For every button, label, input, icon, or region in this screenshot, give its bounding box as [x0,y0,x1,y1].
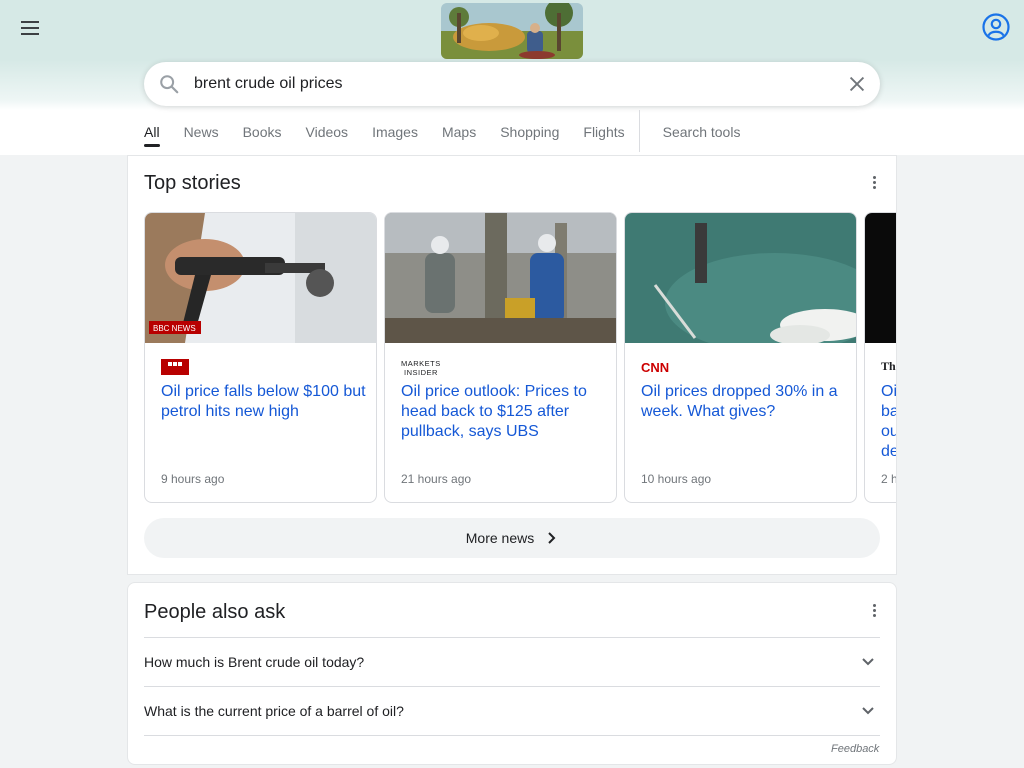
source-logo-cnn: CNN [641,359,669,377]
search-tools-button[interactable]: Search tools [663,110,741,154]
feedback-link[interactable]: Feedback [831,743,879,755]
search-tabs: All News Books Videos Images Maps Shoppi… [144,110,764,154]
account-icon[interactable] [981,12,1011,42]
question-text: How much is Brent crude oil today? [144,654,365,670]
story-headline[interactable]: Oi ba ou de [881,382,896,462]
more-news-label: More news [465,530,535,546]
search-icon[interactable] [158,73,180,95]
tab-divider [638,110,640,152]
header: All News Books Videos Images Maps Shoppi… [0,0,1024,155]
story-thumbnail [385,213,616,343]
story-headline[interactable]: Oil prices dropped 30% in a week. What g… [641,382,846,422]
bbc-logo-icon [161,359,189,375]
question-item[interactable]: What is the current price of a barrel of… [144,686,880,735]
markets-insider-logo-icon: MARKETS INSIDER [401,359,441,377]
story-card[interactable]: MARKETS INSIDER Oil price outlook: Price… [384,212,617,503]
people-also-ask-card: People also ask How much is Brent crude … [127,582,897,765]
tab-books[interactable]: Books [243,110,282,154]
clear-icon[interactable] [846,73,868,95]
story-card[interactable]: The Oi ba ou de 2 h [864,212,897,503]
svg-text:BBC NEWS: BBC NEWS [153,324,196,333]
stories-carousel: BBC NEWS Oil price falls below $100 but … [144,212,897,503]
story-thumbnail: BBC NEWS [145,213,376,343]
story-time: 21 hours ago [401,472,472,486]
story-thumbnail [865,213,896,343]
story-card[interactable]: CNN Oil prices dropped 30% in a week. Wh… [624,212,857,503]
top-stories-title: Top stories [144,172,241,194]
divider [144,735,880,736]
doodle-logo[interactable] [441,3,583,59]
more-news-button[interactable]: More news [144,518,880,558]
search-box [144,62,880,106]
story-time: 9 hours ago [161,472,225,486]
tab-news[interactable]: News [184,110,219,154]
search-input[interactable] [194,62,834,106]
source-logo-markets-insider: MARKETS INSIDER [401,359,455,377]
people-also-ask-more-icon[interactable] [864,600,884,620]
chevron-down-icon [862,707,874,715]
tab-all[interactable]: All [144,110,160,154]
story-time: 2 h [881,472,897,486]
tab-shopping[interactable]: Shopping [500,110,559,154]
question-item[interactable]: How much is Brent crude oil today? [144,637,880,686]
story-card[interactable]: BBC NEWS Oil price falls below $100 but … [144,212,377,503]
question-text: What is the current price of a barrel of… [144,703,404,719]
chevron-right-icon [548,532,556,544]
story-thumbnail [625,213,856,343]
menu-icon[interactable] [14,12,46,44]
cnn-logo-icon: CNN [641,360,669,375]
story-time: 10 hours ago [641,472,712,486]
story-headline[interactable]: Oil price outlook: Prices to head back t… [401,382,606,442]
svg-text:CNN: CNN [641,360,669,375]
story-headline[interactable]: Oil price falls below $100 but petrol hi… [161,382,366,422]
tab-flights[interactable]: Flights [583,110,624,154]
tab-images[interactable]: Images [372,110,418,154]
tab-maps[interactable]: Maps [442,110,476,154]
source-logo-bbc [161,359,189,377]
top-stories-card: Top stories BBC NEWS Oil price falls bel… [127,155,897,575]
source-logo-the: The [881,359,896,373]
svg-text:MARKETS: MARKETS [401,359,441,368]
svg-text:INSIDER: INSIDER [404,368,438,377]
tab-videos[interactable]: Videos [306,110,349,154]
doodle-illustration [441,3,583,59]
top-stories-more-icon[interactable] [864,172,884,192]
people-also-ask-title: People also ask [144,601,286,623]
chevron-down-icon [862,658,874,666]
